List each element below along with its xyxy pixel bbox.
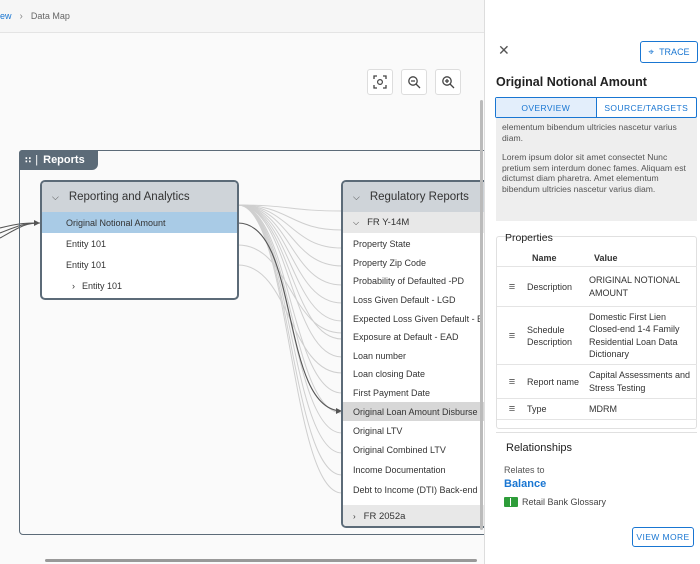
list-item[interactable]: Loan number bbox=[343, 347, 484, 366]
collapsed-subgroup[interactable]: › FR 2052a bbox=[343, 505, 484, 526]
reports-group-label: Reports bbox=[43, 154, 85, 166]
close-icon[interactable]: ✕ bbox=[498, 42, 510, 59]
subgroup-header[interactable]: ⌵ FR Y-14M bbox=[343, 212, 484, 233]
tab-overview[interactable]: OVERVIEW bbox=[496, 98, 597, 117]
book-icon bbox=[504, 497, 518, 507]
zoom-in-button[interactable] bbox=[435, 69, 461, 95]
description-text: elementum bibendum ultricies nascetur va… bbox=[502, 122, 677, 143]
fit-to-screen-icon bbox=[373, 75, 387, 89]
reporting-analytics-node[interactable]: ⌵ Reporting and Analytics Original Notio… bbox=[40, 180, 239, 300]
chevron-down-icon[interactable]: ⌵ bbox=[52, 192, 59, 203]
chevron-down-icon: ⌵ bbox=[353, 217, 360, 227]
view-more-button[interactable]: VIEW MORE bbox=[632, 527, 694, 547]
list-item[interactable]: Probability of Defaulted -PD bbox=[343, 272, 484, 291]
fit-to-screen-button[interactable] bbox=[367, 69, 393, 95]
list-item[interactable]: Property Zip Code bbox=[343, 254, 484, 273]
list-item[interactable]: Loss Given Default - LGD bbox=[343, 291, 484, 310]
list-item[interactable]: Exposure at Default - EAD bbox=[343, 328, 484, 347]
chevron-right-icon: › bbox=[72, 280, 75, 291]
reports-group-tag[interactable]: ∷ | Reports bbox=[19, 150, 98, 170]
zoom-in-icon bbox=[442, 76, 455, 89]
list-item[interactable]: Original Combined LTV bbox=[343, 441, 484, 461]
properties-title: Properties bbox=[505, 232, 553, 244]
zoom-out-button[interactable] bbox=[401, 69, 427, 95]
breadcrumb: ew › Data Map bbox=[0, 0, 484, 32]
list-item[interactable]: Original Loan Amount Disburse bbox=[343, 402, 484, 421]
chevron-down-icon[interactable]: ⌵ bbox=[353, 192, 360, 203]
chevron-right-icon: › bbox=[19, 10, 23, 22]
list-item[interactable]: Property State bbox=[343, 235, 484, 254]
list-item[interactable]: Original LTV bbox=[343, 421, 484, 441]
data-map-canvas[interactable]: ∷ | Reports ⌵ Reporting and Analytics Or… bbox=[0, 33, 484, 564]
panel-title: Original Notional Amount bbox=[496, 75, 647, 89]
list-item[interactable]: Income Documentation bbox=[343, 460, 484, 480]
breadcrumb-prev-link[interactable]: ew bbox=[0, 11, 12, 21]
glossary-item[interactable]: Retail Bank Glossary bbox=[504, 497, 606, 507]
properties-name-header: Name bbox=[532, 253, 557, 263]
collapsed-entity-item[interactable]: › Entity 101 bbox=[42, 275, 237, 296]
detail-panel: ✕ ⌖ TRACE Original Notional Amount OVERV… bbox=[484, 0, 700, 564]
text-lines-icon: ≡ bbox=[508, 329, 516, 342]
list-item[interactable]: Expected Loss Given Default - E bbox=[343, 309, 484, 328]
relates-to-link[interactable]: Balance bbox=[504, 478, 546, 490]
description-text: Lorem ipsum dolor sit amet consectet Nun… bbox=[502, 152, 686, 194]
text-lines-icon: ≡ bbox=[508, 280, 516, 293]
list-item[interactable]: Entity 101 bbox=[42, 233, 237, 254]
property-row: ≡ Description ORIGINAL NOTIONAL AMOUNT bbox=[497, 266, 697, 306]
list-item[interactable]: First Payment Date bbox=[343, 384, 484, 403]
description-box: elementum bibendum ultricies nascetur va… bbox=[496, 118, 697, 221]
chevron-right-icon: › bbox=[353, 511, 356, 521]
target-icon: ⌖ bbox=[648, 46, 655, 58]
properties-value-header: Value bbox=[594, 253, 618, 263]
list-item[interactable]: Loan closing Date bbox=[343, 365, 484, 384]
list-item[interactable]: Original Notional Amount bbox=[42, 212, 237, 233]
list-item[interactable]: Entity 101 bbox=[42, 254, 237, 275]
vertical-scrollbar[interactable] bbox=[480, 100, 483, 530]
property-row: ≡ Type MDRM bbox=[497, 398, 697, 420]
relates-to-label: Relates to bbox=[504, 465, 545, 475]
tab-source-targets[interactable]: SOURCE/TARGETS bbox=[597, 98, 697, 117]
property-row: ≡ Schedule Description Domestic First Li… bbox=[497, 306, 697, 364]
relationships-title: Relationships bbox=[506, 442, 573, 454]
panel-tabs: OVERVIEW SOURCE/TARGETS bbox=[495, 97, 697, 118]
node-title: Regulatory Reports bbox=[369, 191, 469, 203]
drag-handle-icon[interactable]: ∷ bbox=[25, 155, 31, 166]
property-row: ≡ Report name Capital Assessments and St… bbox=[497, 364, 697, 398]
breadcrumb-current: Data Map bbox=[30, 11, 70, 21]
node-title: Reporting and Analytics bbox=[68, 191, 190, 203]
regulatory-reports-node[interactable]: ⌵ Regulatory Reports ⌵ FR Y-14M Property… bbox=[341, 180, 484, 528]
text-lines-icon: ≡ bbox=[508, 375, 516, 388]
text-lines-icon: ≡ bbox=[508, 403, 516, 415]
node-header[interactable]: ⌵ Regulatory Reports bbox=[343, 182, 484, 212]
zoom-out-icon bbox=[408, 76, 421, 89]
horizontal-scrollbar[interactable] bbox=[45, 559, 477, 562]
list-item[interactable]: Debt to Income (DTI) Back-end bbox=[343, 480, 484, 500]
trace-button[interactable]: ⌖ TRACE bbox=[640, 41, 698, 63]
node-header[interactable]: ⌵ Reporting and Analytics bbox=[42, 182, 237, 212]
